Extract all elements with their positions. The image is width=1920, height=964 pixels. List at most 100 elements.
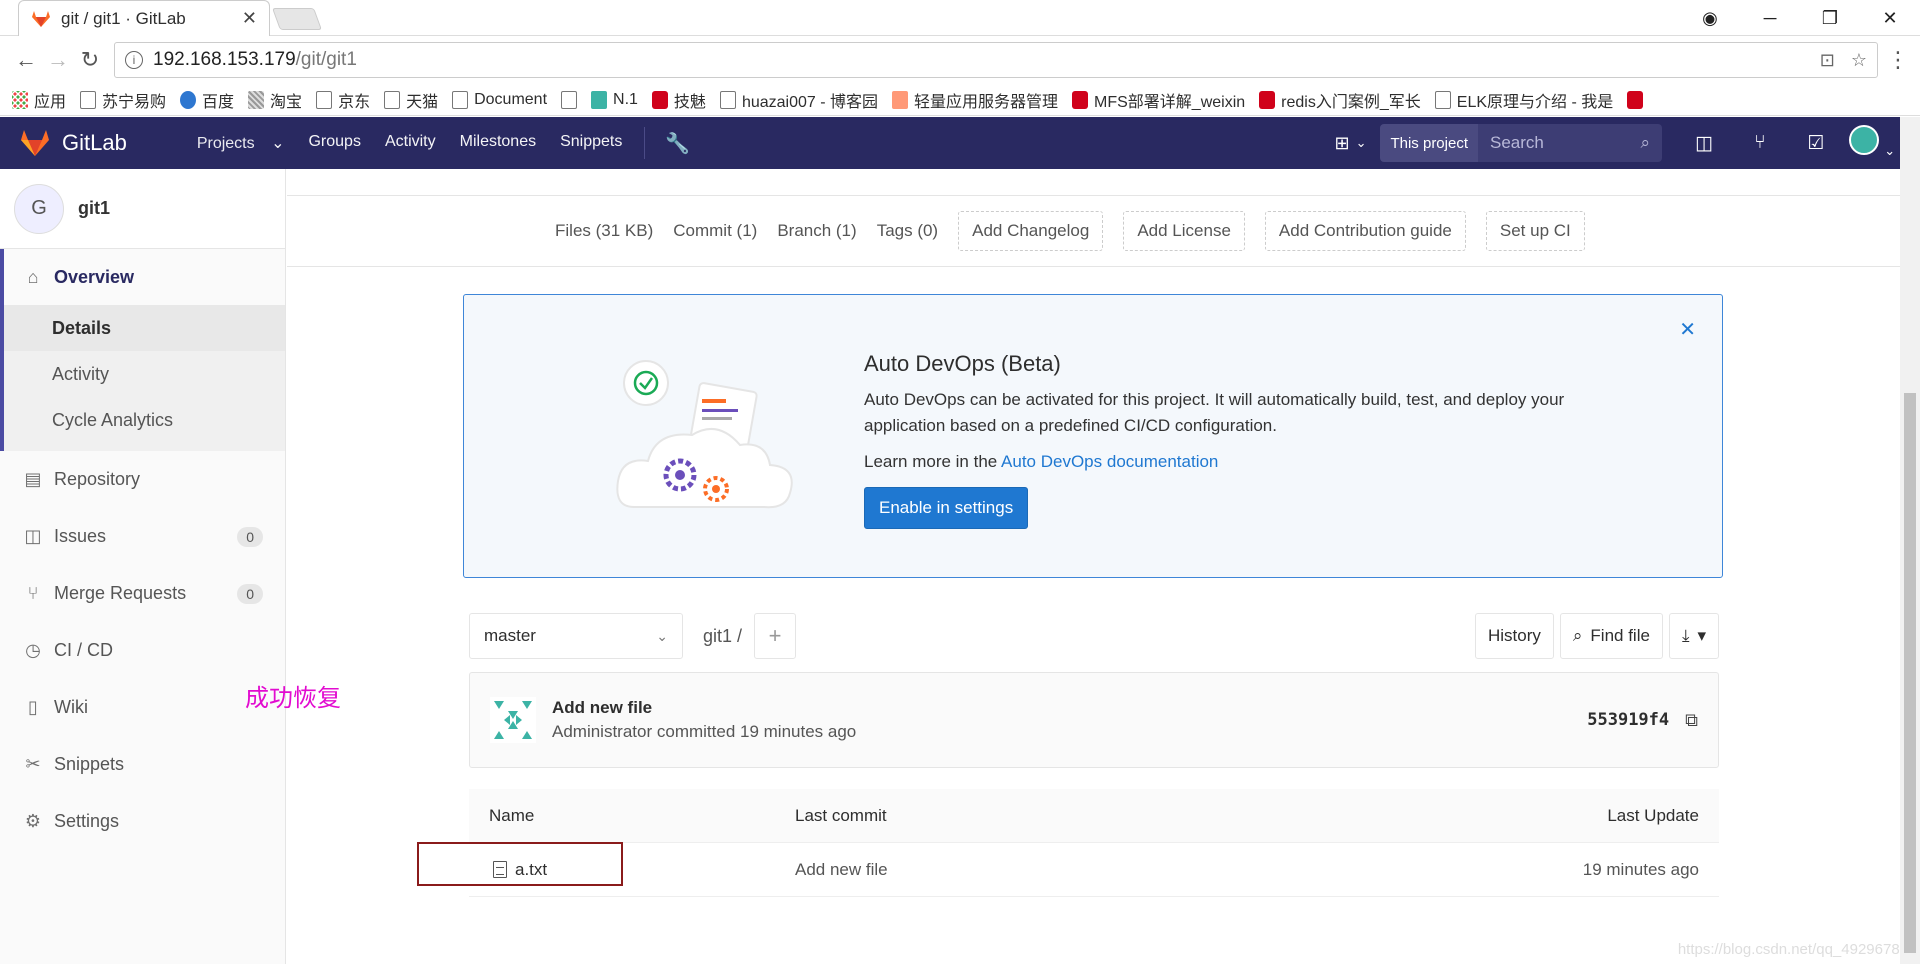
minimize-icon[interactable]: ─ [1740, 0, 1800, 36]
commit-sha[interactable]: 553919f4 [1587, 710, 1669, 730]
issues-count-badge: 0 [237, 526, 263, 547]
branch-select[interactable]: master ⌄ [469, 613, 683, 659]
admin-wrench-icon[interactable]: 🔧 [665, 131, 690, 156]
search-input[interactable]: Search ⌕ [1478, 124, 1662, 162]
sidebar-item-settings[interactable]: ⚙ Settings [0, 793, 285, 850]
commit-message[interactable]: Add new file [552, 698, 856, 718]
forward-icon[interactable]: → [42, 47, 74, 73]
sidebar-item-wiki[interactable]: ▯ Wiki [0, 679, 285, 736]
nav-projects[interactable]: Projects ⌄ [173, 133, 297, 153]
sidebar-item-ci-cd[interactable]: ◷ CI / CD [0, 622, 285, 679]
tab-title: git / git1 · GitLab [61, 8, 186, 28]
tree-actions: History ⌕ Find file ⤓ ▾ [1474, 613, 1719, 659]
sidebar-item-merge-requests[interactable]: ⑂ Merge Requests 0 [0, 565, 285, 622]
bookmark-csdn[interactable] [1627, 90, 1644, 109]
bookmark-jimei[interactable]: 技魅 [651, 88, 706, 112]
watermark: https://blog.csdn.net/qq_49296785 [1677, 941, 1908, 958]
merge-request-icon: ⑂ [27, 583, 39, 603]
restore-icon[interactable]: ❐ [1800, 0, 1860, 36]
back-icon[interactable]: ← [10, 47, 42, 73]
file-commit-cell[interactable]: Add new file [795, 860, 1583, 880]
bookmark-tmall[interactable]: 天猫 [384, 88, 438, 112]
bookmark-elk[interactable]: ELK原理与介绍 - 我是 [1434, 88, 1613, 112]
bookmark-jd[interactable]: 京东 [316, 88, 370, 112]
nav-milestones[interactable]: Milestones [448, 133, 548, 153]
add-license-button[interactable]: Add License [1123, 211, 1245, 251]
tab-close-icon[interactable]: ✕ [242, 8, 257, 29]
bookmark-baidu[interactable]: 百度 [180, 88, 234, 112]
scrollbar-thumb[interactable] [1904, 393, 1916, 953]
gitlab-brand: GitLab [62, 130, 127, 155]
page-icon [316, 90, 333, 109]
url-input[interactable]: i 192.168.153.179/git/git1 ⊡ ☆ [114, 42, 1878, 78]
nav-groups[interactable]: Groups [296, 133, 372, 153]
header-last-update: Last Update [1607, 805, 1699, 825]
copy-icon[interactable]: ⧉ [1685, 710, 1698, 731]
close-window-icon[interactable]: ✕ [1860, 0, 1920, 36]
bookmark-apps[interactable]: 应用 [12, 88, 66, 112]
devops-docs-link[interactable]: Auto DevOps documentation [1001, 452, 1218, 471]
reload-icon[interactable]: ↻ [74, 47, 106, 73]
bookmark-suning[interactable]: 苏宁易购 [80, 88, 166, 112]
new-tab-button[interactable] [271, 8, 323, 30]
todos-nav-icon[interactable]: ☑ [1788, 132, 1844, 155]
avatar [1848, 125, 1879, 155]
project-header[interactable]: G git1 [0, 169, 285, 249]
merge-requests-nav-icon[interactable]: ⑂ [1732, 132, 1788, 154]
bookmark-document[interactable]: Document [452, 90, 547, 109]
sidebar-sub-details[interactable]: Details [4, 305, 285, 351]
nav-activity[interactable]: Activity [373, 133, 448, 153]
devops-content: Auto DevOps (Beta) Auto DevOps can be ac… [864, 351, 1604, 529]
sidebar-item-snippets[interactable]: ✂ Snippets [0, 736, 285, 793]
bookmark-mfs[interactable]: MFS部署详解_weixin [1072, 88, 1245, 112]
add-changelog-button[interactable]: Add Changelog [958, 211, 1104, 251]
avatar[interactable] [490, 697, 536, 743]
bookmark-aliyun[interactable]: 轻量应用服务器管理 [892, 88, 1058, 112]
bookmark-taobao[interactable]: 淘宝 [248, 88, 302, 112]
table-row[interactable]: a.txt Add new file 19 minutes ago [469, 843, 1719, 897]
new-dropdown-button[interactable]: ⊞ ⌄ [1334, 133, 1366, 154]
bookmark-n1[interactable]: N.1 [591, 90, 638, 109]
gitlab-navbar: GitLab Projects ⌄ Groups Activity Milest… [0, 117, 1900, 169]
sidebar-item-repository[interactable]: ▤ Repository [0, 451, 285, 508]
enable-in-settings-button[interactable]: Enable in settings [864, 487, 1029, 529]
bookmark-huazai[interactable]: huazai007 - 博客园 [719, 88, 878, 112]
mr-count-badge: 0 [237, 583, 263, 604]
page-icon [384, 90, 401, 109]
nav-divider [644, 127, 646, 159]
sidebar-item-overview[interactable]: ⌂ Overview [4, 249, 285, 305]
history-button[interactable]: History [1474, 613, 1554, 659]
add-to-tree-button[interactable]: + [754, 613, 797, 659]
add-contribution-button[interactable]: Add Contribution guide [1264, 211, 1466, 251]
stat-commit[interactable]: Commit (1) [673, 221, 757, 241]
close-icon[interactable]: ✕ [1679, 317, 1696, 342]
find-file-button[interactable]: ⌕ Find file [1559, 613, 1663, 659]
apps-grid-icon [12, 90, 28, 109]
sidebar-sub-cycle-analytics[interactable]: Cycle Analytics [4, 397, 285, 443]
home-icon: ⌂ [27, 266, 39, 287]
user-menu[interactable]: ⌄ [1844, 125, 1900, 161]
stat-files[interactable]: Files (31 KB) [555, 221, 653, 241]
issues-icon: ◫ [24, 526, 42, 546]
gitlab-logo[interactable]: GitLab [20, 129, 127, 157]
download-dropdown-button[interactable]: ⤓ ▾ [1668, 613, 1719, 659]
browser-tab[interactable]: git / git1 · GitLab ✕ [18, 0, 270, 36]
profile-icon[interactable]: ◉ [1680, 0, 1740, 36]
nav-snippets[interactable]: Snippets [548, 133, 634, 153]
bookmark-redis[interactable]: redis入门案例_军长 [1259, 88, 1421, 112]
setup-ci-button[interactable]: Set up CI [1485, 211, 1585, 251]
browser-menu-icon[interactable]: ⋮ [1886, 47, 1910, 73]
bookmarks-bar: 应用 苏宁易购 百度 淘宝 京东 天猫 Document N.1 技魅 huaz… [0, 84, 1920, 116]
search-scope[interactable]: This project [1380, 124, 1478, 162]
page-scrollbar[interactable] [1900, 117, 1920, 964]
bookmark-star-icon[interactable]: ☆ [1851, 50, 1867, 71]
stat-tags[interactable]: Tags (0) [877, 221, 938, 241]
stat-branch[interactable]: Branch (1) [777, 221, 856, 241]
bookmark-blank[interactable] [561, 90, 578, 109]
info-icon[interactable]: i [125, 51, 143, 69]
issues-nav-icon[interactable]: ◫ [1676, 132, 1732, 155]
sidebar-sub-activity[interactable]: Activity [4, 351, 285, 397]
chevron-down-icon: ⌄ [1355, 135, 1367, 150]
translate-icon[interactable]: ⊡ [1820, 50, 1835, 71]
sidebar-item-issues[interactable]: ◫ Issues 0 [0, 508, 285, 565]
